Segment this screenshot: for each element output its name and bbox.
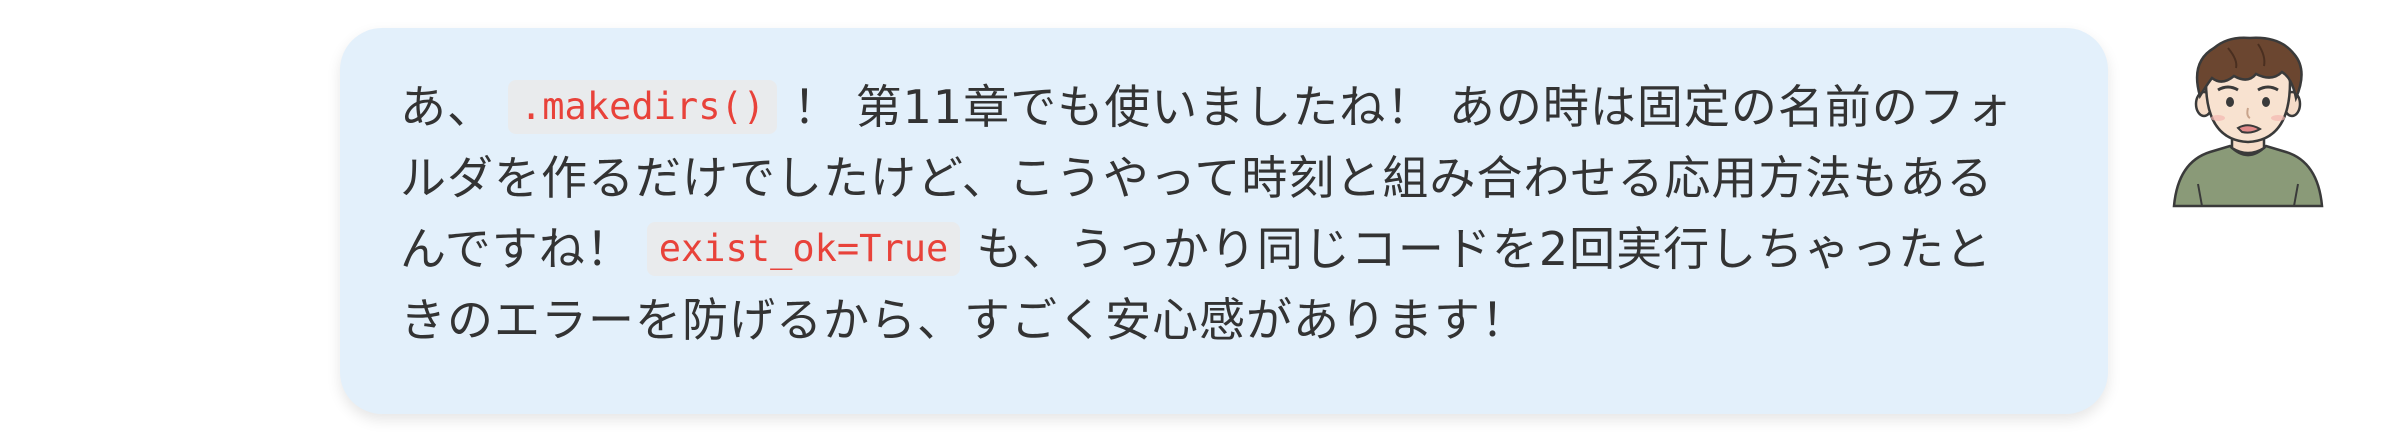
avatar: [2168, 34, 2328, 209]
young-man-worried-avatar-icon: [2172, 36, 2324, 208]
inline-code-exist-ok: exist_ok=True: [646, 222, 961, 276]
chat-area: あ、 .makedirs()！ 第11章でも使いましたね！ あの時は固定の名前のフ…: [0, 0, 2400, 444]
message-segment-1: あ、: [400, 80, 494, 134]
message-text: あ、 .makedirs()！ 第11章でも使いましたね！ あの時は固定の名前のフ…: [400, 72, 2038, 356]
inline-code-makedirs: .makedirs(): [508, 80, 778, 134]
speech-bubble: あ、 .makedirs()！ 第11章でも使いましたね！ あの時は固定の名前のフ…: [340, 28, 2108, 414]
message-segment-3: も、うっかり同じコードを2回実行しちゃったときのエラーを防げるから、すごく安心感…: [400, 222, 1993, 347]
